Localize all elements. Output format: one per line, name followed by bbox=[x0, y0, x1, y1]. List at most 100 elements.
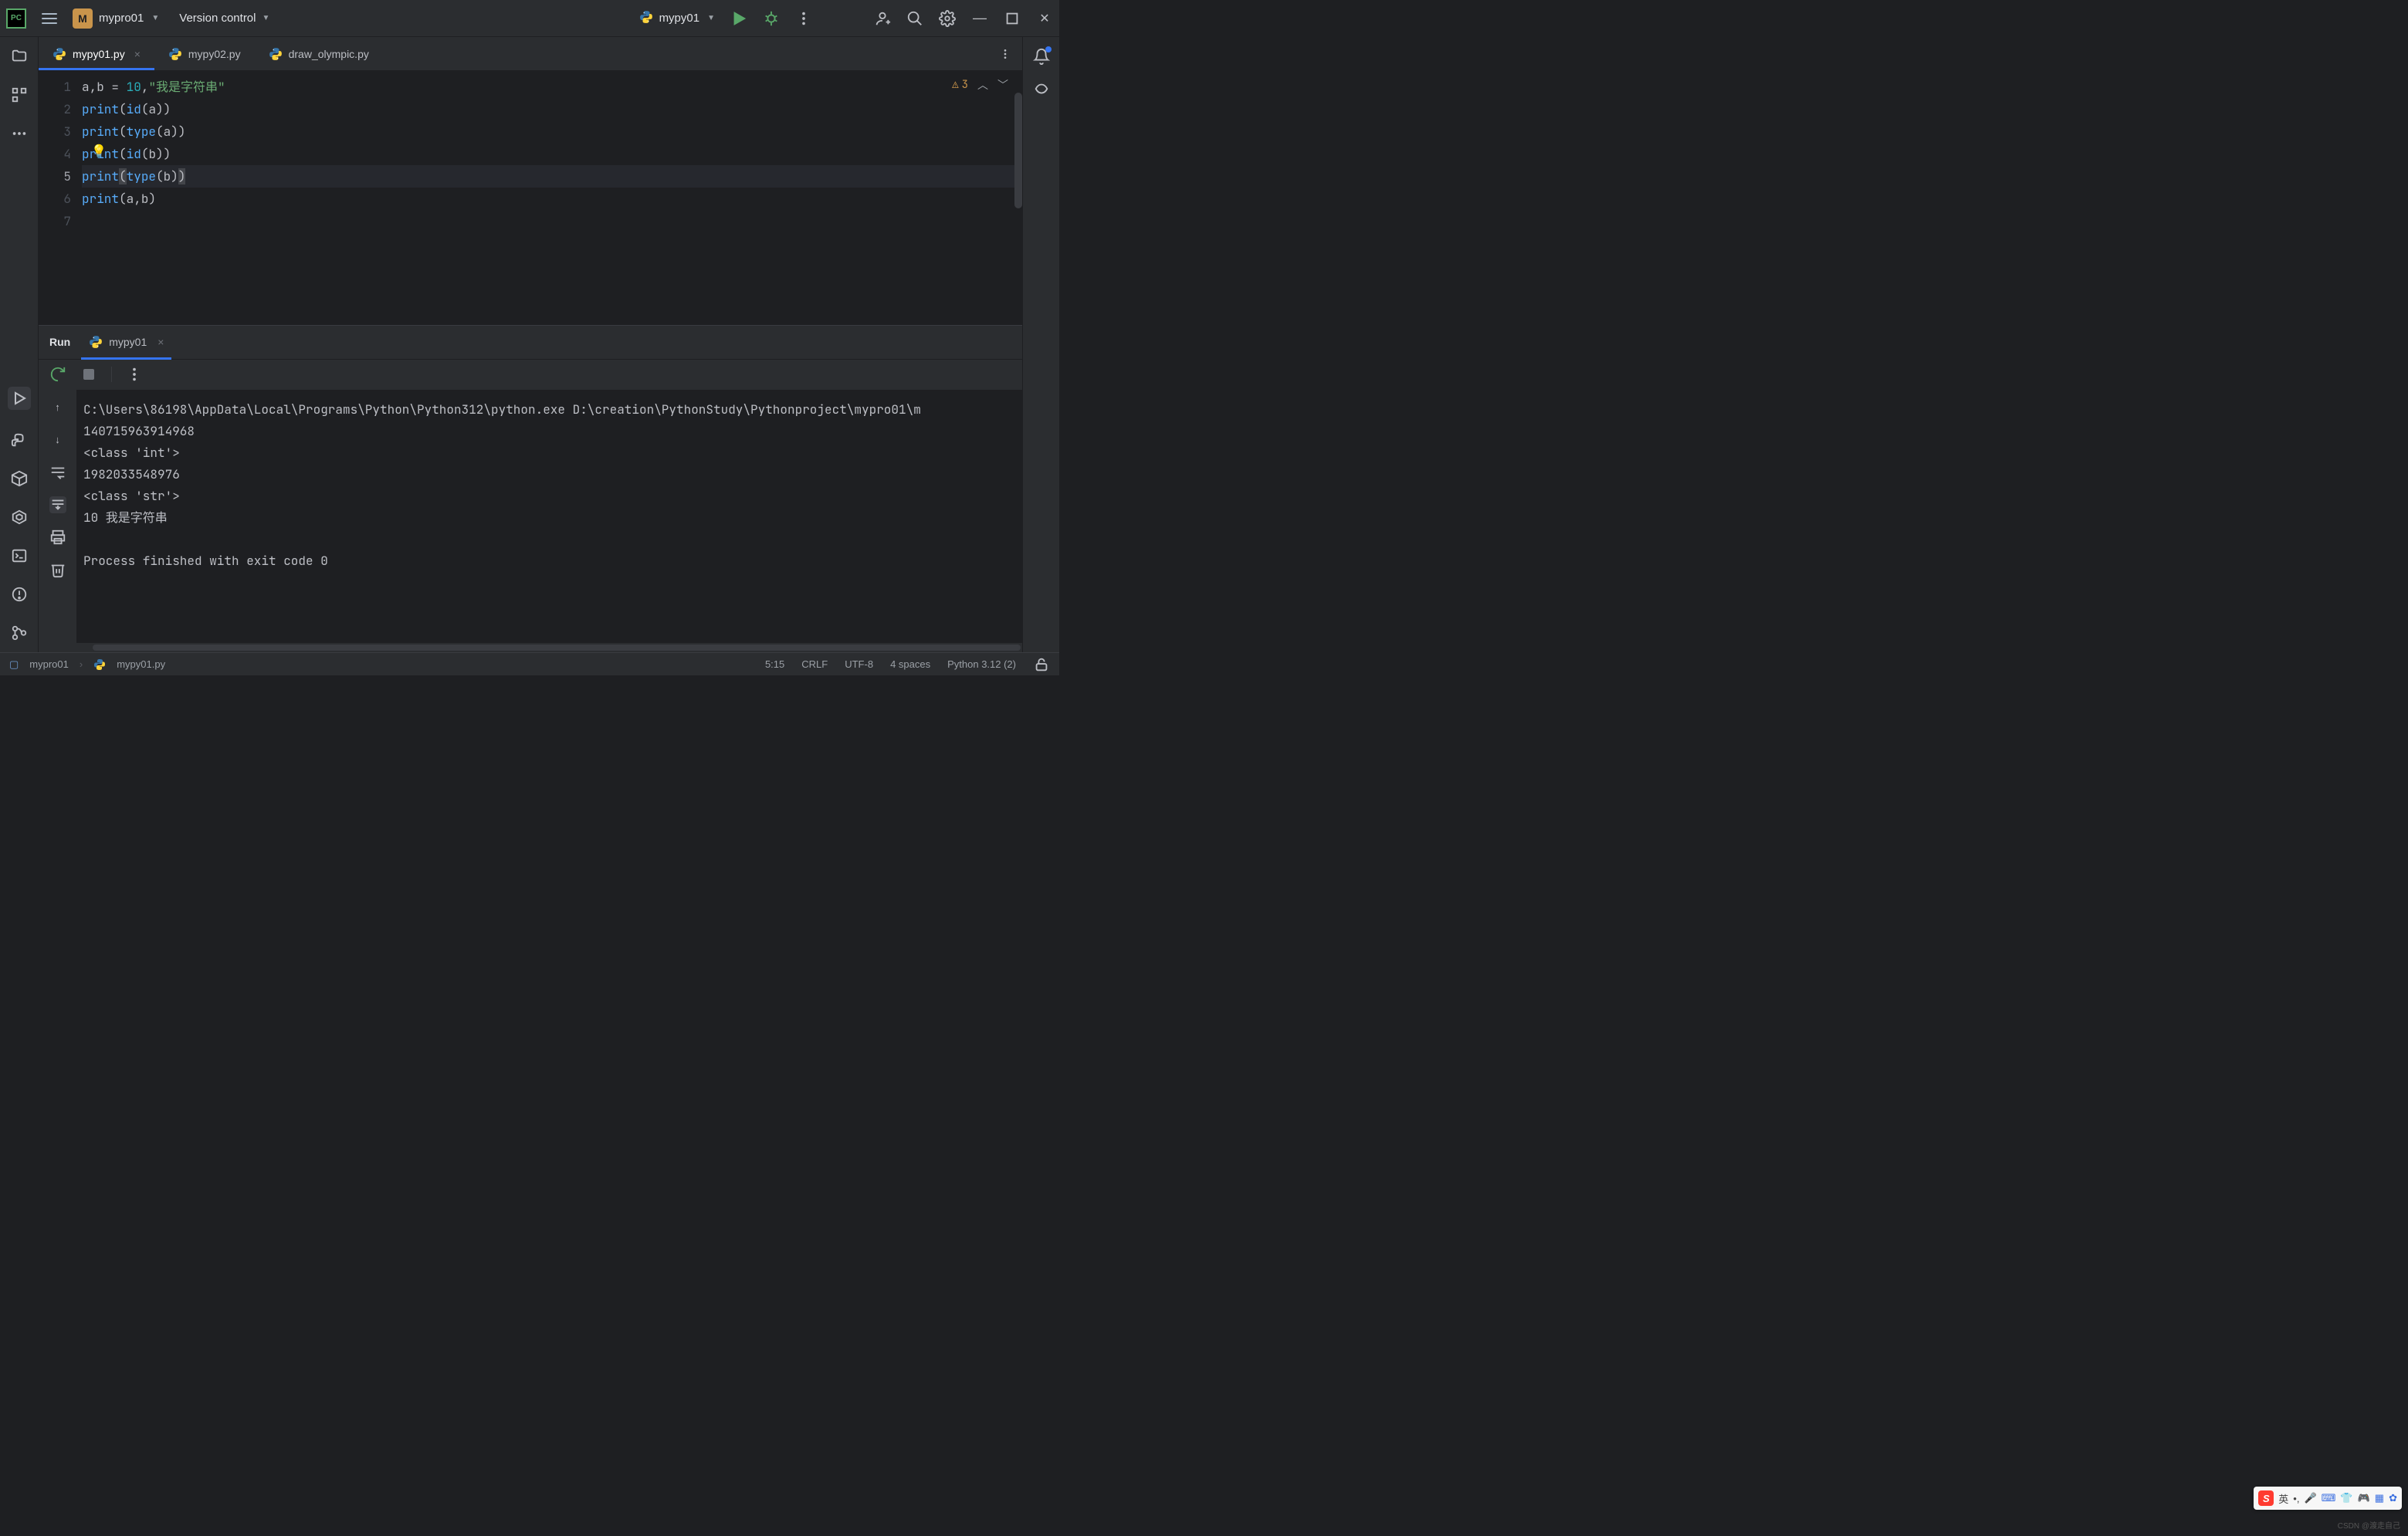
tab-label: draw_olympic.py bbox=[289, 48, 369, 60]
file-encoding[interactable]: UTF-8 bbox=[845, 658, 873, 670]
menu-icon[interactable] bbox=[42, 11, 57, 26]
warning-icon: ⚠ bbox=[952, 78, 958, 92]
vcs-selector[interactable]: Version control ▼ bbox=[179, 12, 269, 25]
ime-logo-icon: S bbox=[2258, 1490, 2274, 1506]
python-icon bbox=[639, 10, 653, 26]
close-icon[interactable]: ✕ bbox=[1036, 10, 1053, 27]
more-actions-icon[interactable] bbox=[795, 10, 812, 27]
terminal-tool-icon[interactable] bbox=[11, 547, 28, 564]
run-button[interactable] bbox=[730, 10, 747, 27]
interpreter[interactable]: Python 3.12 (2) bbox=[947, 658, 1016, 670]
statusbar: ▢ mypro01 › mypy01.py 5:15 CRLF UTF-8 4 … bbox=[0, 652, 1059, 675]
python-console-tool-icon[interactable] bbox=[11, 431, 28, 448]
line-gutter: 1234567 bbox=[39, 71, 82, 325]
console-h-scrollbar[interactable] bbox=[39, 643, 1022, 652]
vcs-label: Version control bbox=[179, 12, 256, 25]
close-icon[interactable]: × bbox=[157, 336, 164, 348]
scroll-to-end-icon[interactable] bbox=[49, 496, 66, 513]
code-line[interactable]: print(id(b)) bbox=[82, 143, 1022, 165]
breadcrumb-sep: › bbox=[80, 658, 83, 670]
editor-scrollbar[interactable] bbox=[1014, 93, 1022, 208]
code-line[interactable]: print(type(b)) bbox=[82, 165, 1022, 188]
line-separator[interactable]: CRLF bbox=[801, 658, 828, 670]
ime-punct[interactable]: •, bbox=[2293, 1493, 2299, 1504]
run-more-icon[interactable] bbox=[126, 366, 143, 383]
project-name: mypro01 bbox=[99, 12, 144, 25]
inspections-widget[interactable]: ⚠ 3 ︿ ﹀ bbox=[952, 77, 1008, 93]
settings-icon[interactable] bbox=[939, 10, 956, 27]
code-line[interactable] bbox=[82, 210, 1022, 232]
ime-keyboard-icon[interactable]: ⌨ bbox=[2322, 1492, 2336, 1504]
code-line[interactable]: a,b = 10,"我是字符串" bbox=[82, 76, 1022, 98]
structure-tool-icon[interactable] bbox=[11, 86, 28, 103]
vcs-tool-icon[interactable] bbox=[11, 624, 28, 641]
run-tool-icon[interactable] bbox=[8, 387, 31, 410]
ime-bar[interactable]: S 英 •, 🎤 ⌨ 👕 🎮 ▦ ✿ bbox=[2254, 1487, 2402, 1510]
close-icon[interactable]: × bbox=[134, 48, 141, 60]
ime-shirt-icon[interactable]: 👕 bbox=[2340, 1492, 2352, 1504]
python-icon bbox=[89, 335, 103, 349]
lock-icon[interactable] bbox=[1033, 656, 1050, 673]
indent-setting[interactable]: 4 spaces bbox=[890, 658, 930, 670]
breadcrumb-file[interactable]: mypy01.py bbox=[117, 658, 165, 670]
editor-tab[interactable]: mypy02.py bbox=[154, 37, 255, 70]
breadcrumb-root[interactable]: mypro01 bbox=[29, 658, 69, 670]
trash-icon[interactable] bbox=[49, 561, 66, 578]
minimize-icon[interactable]: — bbox=[971, 10, 988, 27]
project-selector[interactable]: M mypro01 ▼ bbox=[73, 8, 159, 29]
search-icon[interactable] bbox=[906, 10, 923, 27]
run-tab-label: mypy01 bbox=[109, 336, 147, 348]
watermark: CSDN @渡走自己 bbox=[2338, 1521, 2400, 1531]
highlight-up-icon[interactable]: ︿ bbox=[977, 77, 988, 93]
tab-label: mypy02.py bbox=[188, 48, 241, 60]
editor-tab[interactable]: mypy01.py × bbox=[39, 37, 154, 70]
titlebar: PC M mypro01 ▼ Version control ▼ mypy01 … bbox=[0, 0, 1059, 37]
chevron-down-icon: ▼ bbox=[151, 14, 159, 22]
stop-icon[interactable] bbox=[80, 366, 97, 383]
chevron-down-icon: ▼ bbox=[707, 14, 715, 22]
ime-grid-icon[interactable]: ▦ bbox=[2375, 1492, 2384, 1504]
ime-mic-icon[interactable]: 🎤 bbox=[2304, 1492, 2316, 1504]
right-toolbar bbox=[1022, 37, 1059, 652]
rerun-icon[interactable] bbox=[49, 366, 66, 383]
problems-tool-icon[interactable] bbox=[11, 586, 28, 603]
project-badge: M bbox=[73, 8, 93, 29]
app-icon: PC bbox=[6, 8, 26, 29]
code-line[interactable]: print(type(a)) bbox=[82, 120, 1022, 143]
debug-button[interactable] bbox=[763, 10, 780, 27]
highlight-down-icon[interactable]: ﹀ bbox=[997, 77, 1008, 93]
more-tool-icon[interactable] bbox=[11, 125, 28, 142]
soft-wrap-icon[interactable] bbox=[49, 464, 66, 481]
intention-bulb-icon[interactable]: 💡 bbox=[91, 143, 107, 159]
run-config-name: mypy01 bbox=[659, 12, 700, 25]
warning-count: 3 bbox=[962, 78, 968, 92]
run-console: ↑ ↓ C:\Users\86198\AppData\Local\Program… bbox=[39, 390, 1022, 644]
console-output[interactable]: C:\Users\86198\AppData\Local\Programs\Py… bbox=[77, 390, 1022, 644]
notifications-icon[interactable] bbox=[1033, 48, 1050, 65]
packages-tool-icon[interactable] bbox=[11, 470, 28, 487]
scroll-up-icon[interactable]: ↑ bbox=[49, 399, 66, 416]
code-with-me-icon[interactable] bbox=[874, 10, 891, 27]
chevron-down-icon: ▼ bbox=[262, 14, 270, 22]
tab-label: mypy01.py bbox=[73, 48, 125, 60]
ime-gamepad-icon[interactable]: 🎮 bbox=[2358, 1492, 2370, 1504]
editor-tab[interactable]: draw_olympic.py bbox=[255, 37, 383, 70]
breadcrumb-root-icon: ▢ bbox=[9, 658, 19, 671]
code-line[interactable]: print(a,b) bbox=[82, 188, 1022, 210]
ai-assistant-icon[interactable] bbox=[1033, 80, 1050, 97]
maximize-icon[interactable] bbox=[1004, 10, 1021, 27]
run-title: Run bbox=[49, 336, 70, 348]
cursor-position[interactable]: 5:15 bbox=[765, 658, 784, 670]
scroll-down-icon[interactable]: ↓ bbox=[49, 431, 66, 448]
code-line[interactable]: print(id(a)) bbox=[82, 98, 1022, 120]
ime-tool-icon[interactable]: ✿ bbox=[2389, 1492, 2397, 1504]
run-panel-header: Run mypy01 × bbox=[39, 325, 1022, 359]
run-config-selector[interactable]: mypy01 ▼ bbox=[639, 10, 715, 26]
project-tool-icon[interactable] bbox=[11, 48, 28, 65]
tabs-more-icon[interactable] bbox=[988, 37, 1022, 70]
services-tool-icon[interactable] bbox=[11, 509, 28, 526]
run-tab[interactable]: mypy01 × bbox=[84, 329, 168, 355]
code-editor[interactable]: 1234567 💡 a,b = 10,"我是字符串"print(id(a))pr… bbox=[39, 71, 1022, 325]
print-icon[interactable] bbox=[49, 529, 66, 546]
ime-lang[interactable]: 英 bbox=[2278, 1491, 2288, 1506]
